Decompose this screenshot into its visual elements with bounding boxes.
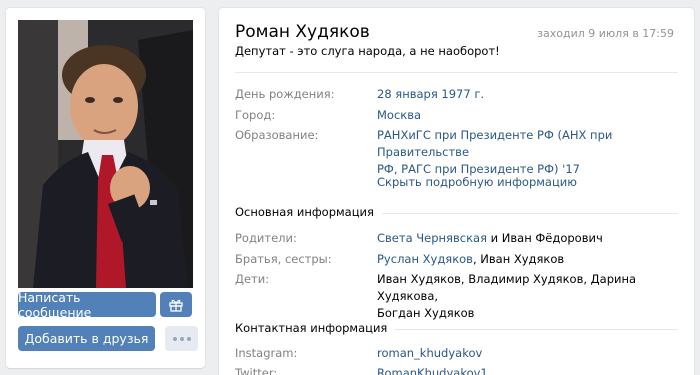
profile-photo-card: Написать сообщение Добавить в друзья (6, 8, 205, 368)
birthday-label: День рождения: (235, 87, 335, 101)
twitter-label: Twitter: (235, 366, 278, 375)
info-row-education: Образование: РАНХиГС при Президенте РФ (… (235, 127, 678, 176)
parent-text-2: Иван Фёдорович (501, 231, 603, 245)
twitter-link[interactable]: RomanKhudyakov1 (377, 365, 677, 375)
add-friend-button[interactable]: Добавить в друзья (18, 326, 155, 351)
last-seen-text: заходил 9 июля в 17:59 (537, 27, 674, 40)
send-message-label: Написать сообщение (18, 289, 92, 320)
siblings-label: Братья, сестры: (235, 252, 332, 266)
hide-details-link[interactable]: Скрыть подробную информацию (377, 174, 677, 191)
profile-name: Роман Худяков (235, 22, 370, 42)
main-info-header: Основная информация (235, 205, 382, 219)
parents-conjunction: и (487, 231, 502, 245)
sibling-text-2: Иван Худяков (480, 252, 565, 266)
profile-photo[interactable] (18, 20, 193, 288)
send-message-button[interactable]: Написать сообщение (18, 289, 156, 320)
parent-link-1[interactable]: Света Чернявская (377, 231, 487, 245)
siblings-value: Руслан Худяков, Иван Худяков (377, 251, 677, 268)
profile-info-card: Роман Худяков заходил 9 июля в 17:59 Деп… (219, 8, 694, 375)
parents-value: Света Чернявская и Иван Фёдорович (377, 230, 677, 247)
children-value: Иван Худяков, Владимир Худяков, Дарина Х… (377, 271, 677, 322)
city-link[interactable]: Москва (377, 107, 677, 124)
more-dot-icon (179, 336, 184, 341)
education-value: РАНХиГС при Президенте РФ (АНХ при Прави… (377, 127, 677, 178)
city-label: Город: (235, 108, 276, 122)
add-friend-label: Добавить в друзья (24, 331, 149, 346)
more-actions-button[interactable] (165, 326, 198, 351)
children-line2: Богдан Худяков (377, 306, 475, 320)
sibling-link-1[interactable]: Руслан Худяков (377, 252, 473, 266)
more-dot-icon (172, 336, 177, 341)
parents-label: Родители: (235, 231, 297, 245)
info-row-children: Дети: Иван Худяков, Владимир Худяков, Да… (235, 271, 678, 320)
contacts-header: Контактная информация (235, 321, 396, 335)
instagram-label: Instagram: (235, 346, 298, 360)
send-gift-button[interactable] (160, 292, 192, 317)
header-divider (235, 72, 678, 73)
profile-photo-image (18, 20, 193, 288)
instagram-link[interactable]: roman_khudyakov (377, 345, 677, 362)
more-dot-icon (186, 336, 191, 341)
gift-icon (169, 299, 183, 312)
education-link-line1[interactable]: РАНХиГС при Президенте РФ (АНХ при Прави… (377, 127, 677, 161)
birthday-link[interactable]: 28 января 1977 г. (377, 86, 677, 103)
education-label: Образование: (235, 128, 319, 142)
profile-status[interactable]: Депутат - это слуга народа, а не наоборо… (235, 44, 500, 58)
children-line1: Иван Худяков, Владимир Худяков, Дарина Х… (377, 272, 637, 303)
children-label: Дети: (235, 272, 270, 286)
